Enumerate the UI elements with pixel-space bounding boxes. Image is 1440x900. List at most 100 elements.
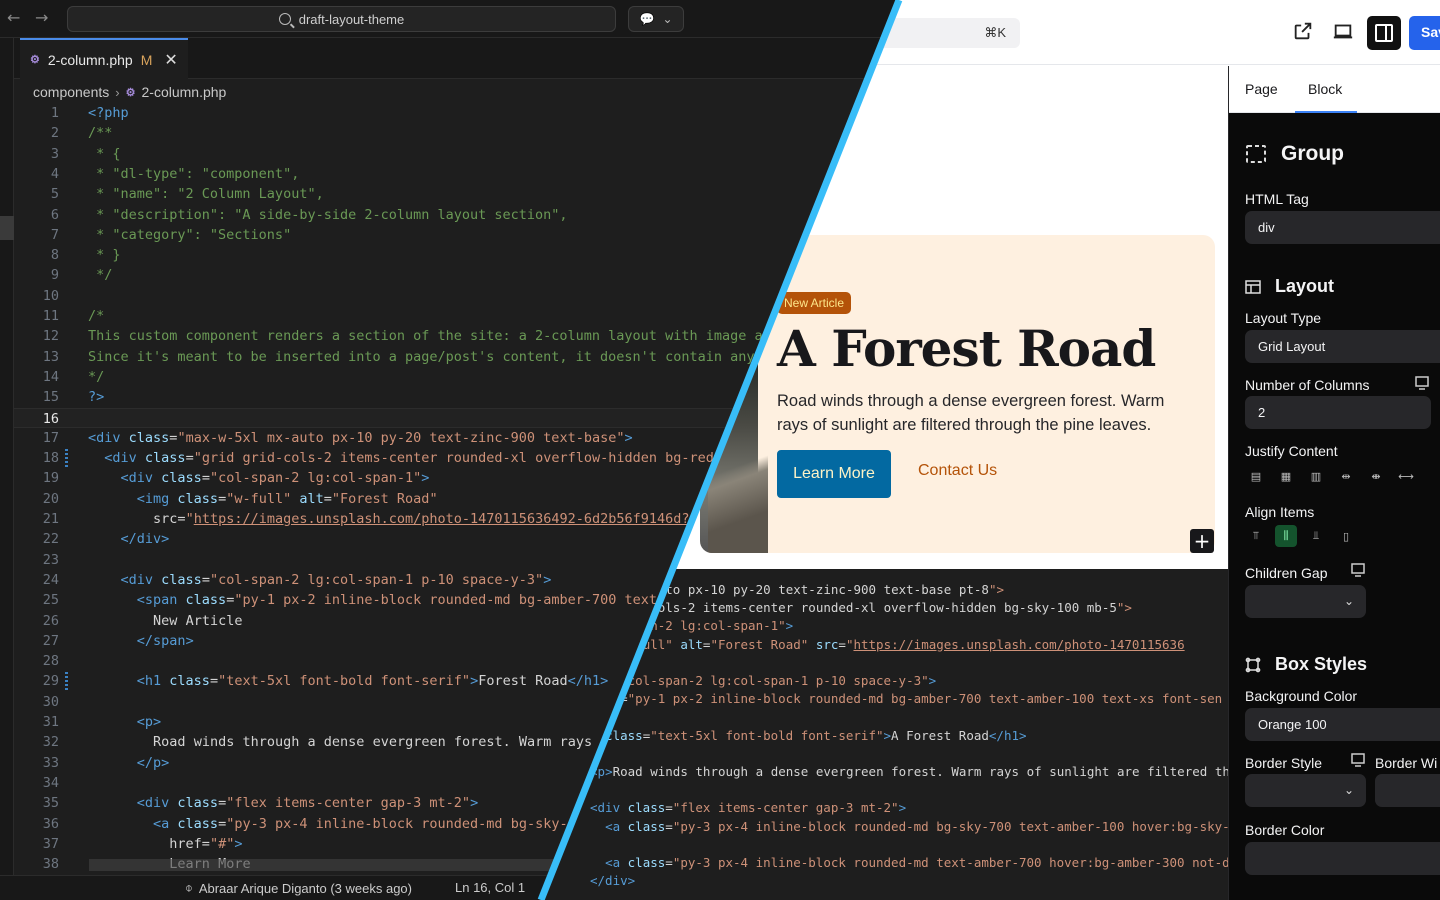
align-end-icon[interactable]: ⫫ xyxy=(1305,525,1327,547)
code-text: <h1 class="text-5xl font-bold font-serif… xyxy=(136,673,609,690)
html-tag-field[interactable]: div xyxy=(1245,211,1440,244)
align-center-icon[interactable]: ⫼ xyxy=(1275,525,1297,547)
new-article-badge: New Article xyxy=(777,292,852,314)
tab-block[interactable]: Block xyxy=(1308,81,1342,97)
layout-type-field[interactable]: Grid Layout xyxy=(1245,330,1440,363)
external-link-icon[interactable] xyxy=(1292,20,1314,42)
justify-start-icon[interactable]: ▤ xyxy=(1245,465,1267,487)
close-icon[interactable]: ✕ xyxy=(164,50,177,70)
columns-label: Number of Columns xyxy=(1245,377,1370,393)
code-text: Road winds through a dense evergreen for… xyxy=(153,734,593,751)
line-number: 4 xyxy=(50,165,59,182)
background-color-value: Orange 100 xyxy=(1258,717,1327,732)
builder-code-line: </div> xyxy=(590,873,636,889)
line-number: 21 xyxy=(42,511,59,527)
panel-toggle-icon[interactable] xyxy=(1367,16,1401,50)
line-number: 30 xyxy=(42,693,59,710)
code-text: <p> xyxy=(136,714,162,730)
border-style-select[interactable]: ⌄ xyxy=(1245,774,1366,807)
justify-around-icon[interactable]: ⇼ xyxy=(1365,465,1387,487)
inspector-panel: Page Block Group HTML Tag div Layout Lay… xyxy=(1228,66,1440,900)
git-blame[interactable]: ⌽ Abraar Arique Diganto (3 weeks ago) xyxy=(185,880,412,896)
align-items-label: Align Items xyxy=(1245,504,1315,520)
line-number: 28 xyxy=(42,653,59,670)
line-number: 16 xyxy=(42,410,59,427)
tab-2-column-php[interactable]: ⚙ 2-column.php M ✕ xyxy=(20,38,188,79)
php-file-icon: ⚙ xyxy=(30,54,40,66)
line-number: 14 xyxy=(42,368,59,385)
code-text: * { xyxy=(88,145,121,162)
responsive-icon[interactable] xyxy=(1415,376,1431,390)
hero-description: Road winds through a dense evergreen for… xyxy=(777,392,1165,434)
layout-title: Layout xyxy=(1275,276,1335,296)
add-block-button[interactable]: + xyxy=(1190,529,1214,553)
code-text: </span> xyxy=(136,632,194,649)
hero-title: A Forest Road xyxy=(777,319,1156,378)
background-color-label: Background Color xyxy=(1245,688,1358,704)
contact-us-link[interactable]: Contact Us xyxy=(918,462,997,480)
responsive-icon[interactable] xyxy=(1351,753,1367,767)
tab-page[interactable]: Page xyxy=(1245,81,1278,97)
line-number: 9 xyxy=(50,267,59,284)
breadcrumb-folder[interactable]: components xyxy=(33,84,109,100)
justify-between-icon[interactable]: ⇹ xyxy=(1335,465,1357,487)
align-items-options: ⫪ ⫼ ⫫ ▯ xyxy=(1245,525,1357,547)
layout-type-value: Grid Layout xyxy=(1258,339,1326,354)
cursor-position[interactable]: Ln 16, Col 1 xyxy=(455,880,525,895)
line-number: 25 xyxy=(42,592,59,609)
code-text: ?> xyxy=(88,389,105,406)
justify-center-icon[interactable]: ▦ xyxy=(1275,465,1297,487)
chevron-right-icon: › xyxy=(115,84,120,100)
save-button[interactable]: Sav xyxy=(1409,16,1440,50)
code-text: This custom component renders a section … xyxy=(88,328,763,345)
layout-icon xyxy=(1245,279,1261,294)
chevron-down-icon: ⌄ xyxy=(662,12,673,26)
align-start-icon[interactable]: ⫪ xyxy=(1245,525,1267,547)
responsive-icon[interactable] xyxy=(1351,563,1367,577)
back-arrow-icon[interactable]: ← xyxy=(7,8,20,27)
justify-evenly-icon[interactable]: ⟷ xyxy=(1395,465,1417,487)
line-number: 2 xyxy=(50,125,59,142)
search-icon xyxy=(278,13,291,25)
line-number: 11 xyxy=(42,308,59,324)
code-text: * } xyxy=(88,247,121,264)
line-number: 13 xyxy=(42,348,59,365)
children-gap-select[interactable]: ⌄ xyxy=(1245,585,1366,618)
line-number: 18 xyxy=(42,450,59,467)
columns-field[interactable]: 2 xyxy=(1245,396,1431,429)
border-width-field[interactable] xyxy=(1375,774,1440,807)
line-number: 6 xyxy=(50,206,59,223)
line-number: 3 xyxy=(50,145,59,162)
builder-code-line: <div class="flex items-center gap-3 mt-2… xyxy=(590,800,907,816)
line-number: 35 xyxy=(42,795,59,812)
children-gap-label: Children Gap xyxy=(1245,565,1328,581)
code-text: Since it's meant to be inserted into a p… xyxy=(88,348,755,365)
code-text: src="https://images.unsplash.com/photo-1… xyxy=(153,511,690,527)
forward-arrow-icon[interactable]: → xyxy=(35,8,48,27)
chat-button[interactable]: 💬 ⌄ xyxy=(628,6,684,32)
command-center-label: draft-layout-theme xyxy=(298,11,405,27)
learn-more-button[interactable]: Learn More xyxy=(777,450,891,498)
box-styles-icon xyxy=(1245,657,1261,672)
line-number: 27 xyxy=(42,632,59,649)
breadcrumb-file[interactable]: 2-column.php xyxy=(142,84,227,100)
border-color-field[interactable] xyxy=(1245,842,1440,875)
code-text: <span class="py-1 px-2 inline-block roun… xyxy=(136,592,657,609)
laptop-icon[interactable] xyxy=(1332,20,1354,42)
background-color-field[interactable]: Orange 100 xyxy=(1245,708,1440,741)
line-number: 23 xyxy=(42,551,59,568)
box-styles-title: Box Styles xyxy=(1275,654,1368,674)
line-number: 10 xyxy=(42,287,59,304)
code-text: * "name": "2 Column Layout", xyxy=(88,186,324,203)
group-icon xyxy=(1246,145,1266,163)
line-number: 20 xyxy=(42,490,59,507)
line-number: 5 xyxy=(50,186,59,203)
command-center-search[interactable]: draft-layout-theme xyxy=(67,6,616,32)
git-change-marker xyxy=(65,449,68,468)
code-text: /** xyxy=(88,125,113,142)
align-stretch-icon[interactable]: ▯ xyxy=(1335,525,1357,547)
justify-end-icon[interactable]: ▥ xyxy=(1305,465,1327,487)
builder-code-line: lass="py-1 px-2 inline-block rounded-md … xyxy=(590,691,1223,707)
git-change-marker xyxy=(65,672,68,691)
active-tab-indicator xyxy=(1295,111,1357,113)
